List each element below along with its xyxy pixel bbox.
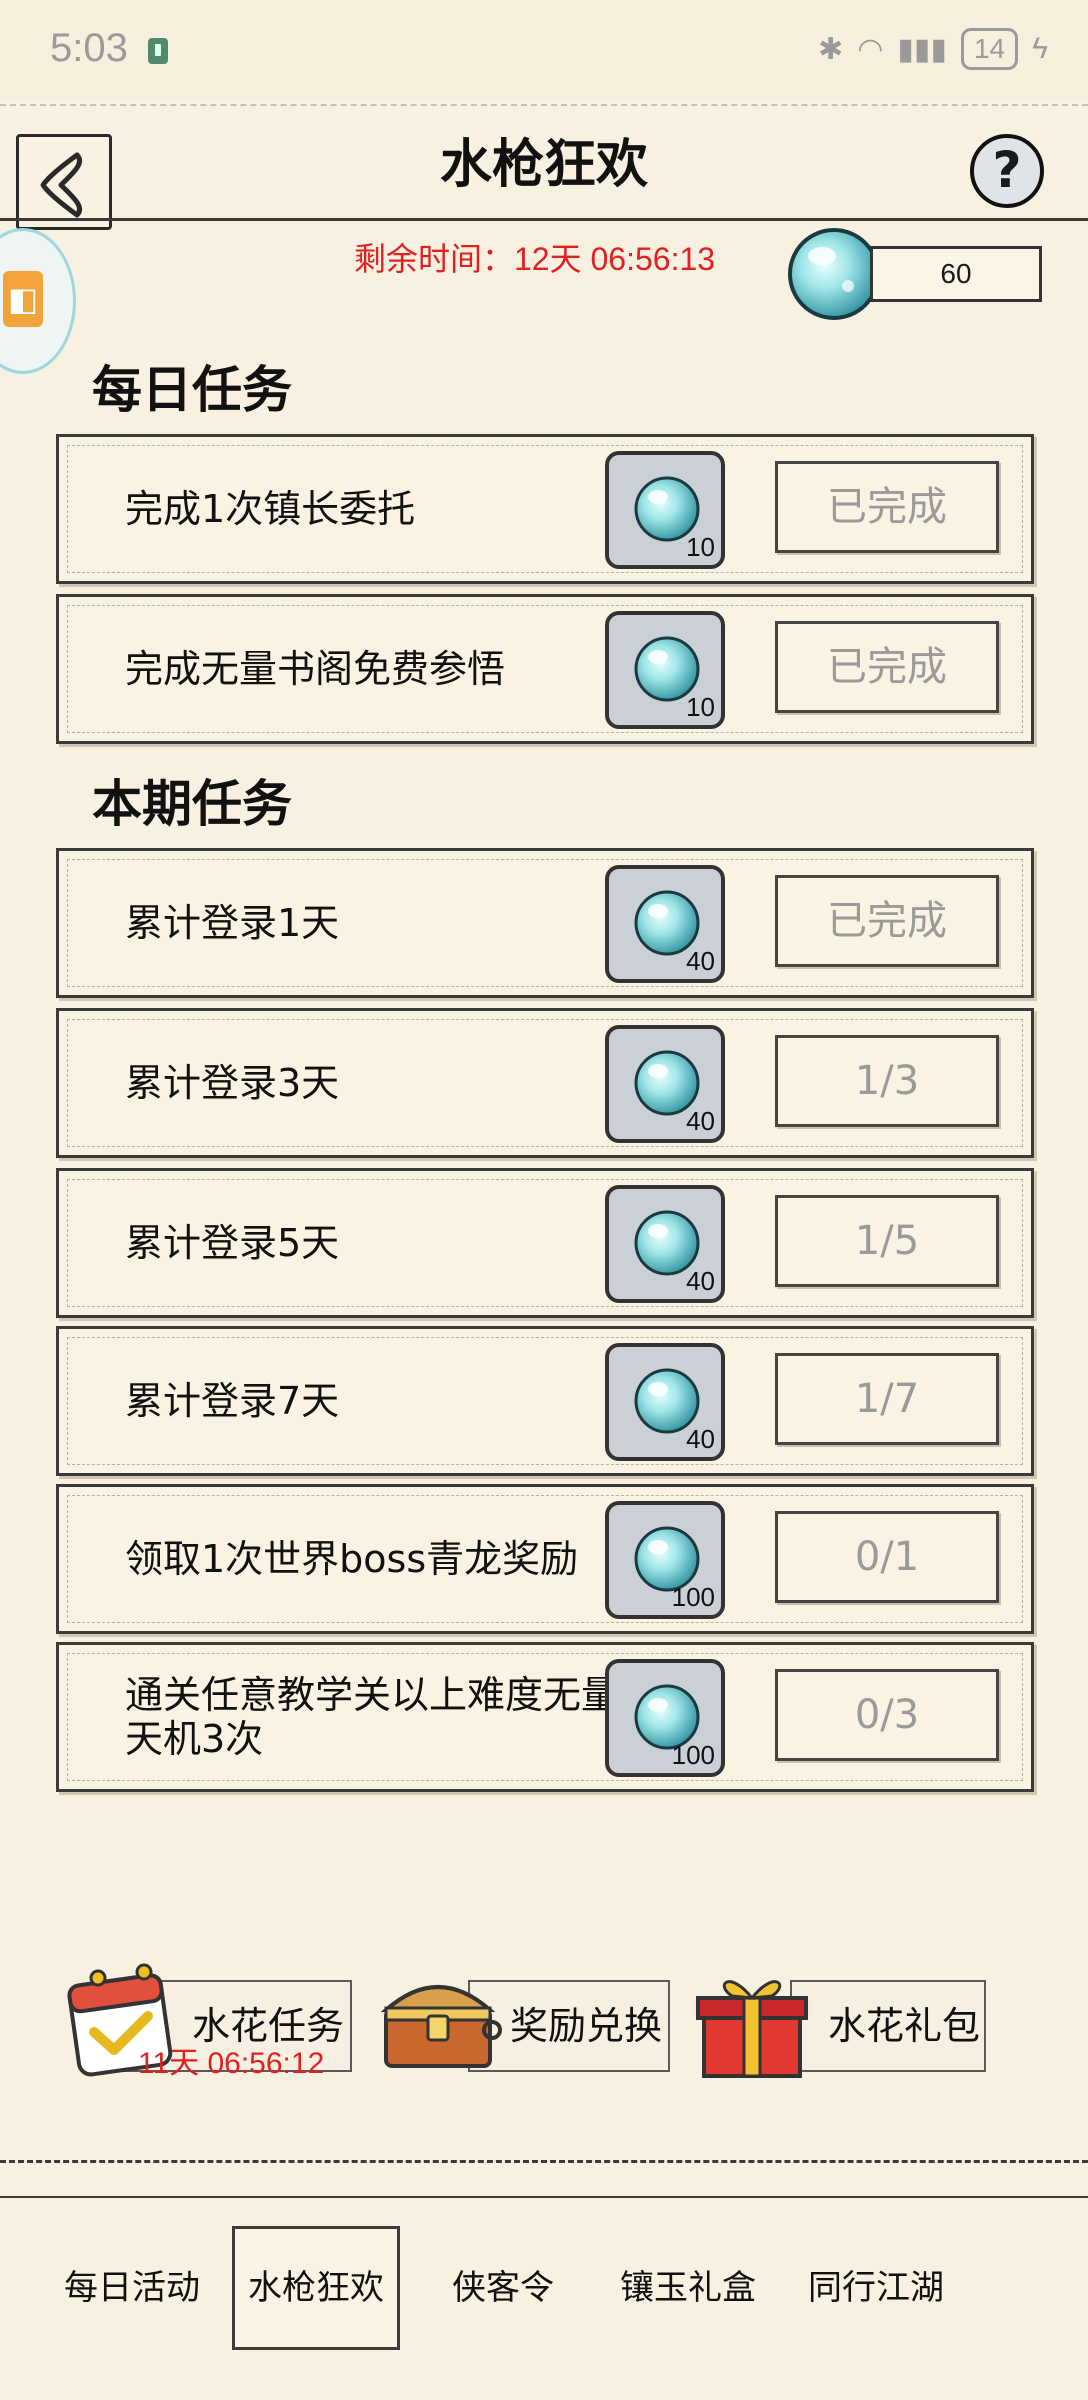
gift-box-icon — [696, 1980, 808, 2078]
reward-amount: 10 — [686, 532, 715, 562]
reward-amount: 10 — [686, 692, 715, 722]
period-tasks-title: 本期任务 — [92, 775, 292, 833]
task-label: 累计登录3天 — [125, 1061, 340, 1105]
app-notification-icon — [148, 38, 168, 64]
task-card: 累计登录7天 40 1/7 — [56, 1326, 1034, 1476]
task-card: 完成无量书阁免费参悟 10 已完成 — [56, 594, 1034, 744]
task-status-button[interactable]: 0/1 — [775, 1511, 999, 1603]
water-orb-icon — [788, 228, 880, 320]
help-button[interactable]: ? — [970, 134, 1044, 208]
battery-level: 14 — [973, 33, 1006, 64]
reward-exchange-label: 奖励兑换 — [510, 2004, 663, 2048]
panel-top-edge — [0, 104, 1088, 106]
reward-amount: 40 — [686, 1424, 715, 1454]
splash-gift-button[interactable]: 水花礼包 — [790, 1980, 986, 2072]
splash-gift-label: 水花礼包 — [828, 2004, 981, 2048]
status-time: 5:03 — [50, 26, 128, 70]
task-label: 通关任意教学关以上难度无量天机3次 — [125, 1673, 620, 1761]
status-bar: 5:03 ✱ ◠ ▮▮▮ 14 ϟ — [0, 0, 1088, 100]
task-status-button[interactable]: 已完成 — [775, 621, 999, 713]
bluetooth-icon: ✱ — [818, 32, 844, 66]
tab-water-gun-carnival[interactable]: 水枪狂欢 — [246, 2260, 386, 2309]
reward-amount: 100 — [671, 1582, 715, 1612]
tabbar-decor-line — [0, 2160, 1088, 2163]
task-card: 领取1次世界boss青龙奖励 100 0/1 — [56, 1484, 1034, 1634]
task-status-button[interactable]: 1/5 — [775, 1195, 999, 1287]
task-card: 累计登录3天 40 1/3 — [56, 1008, 1034, 1158]
task-label: 完成1次镇长委托 — [125, 487, 416, 531]
task-label: 累计登录1天 — [125, 901, 340, 945]
battery-icon: 14 — [960, 28, 1019, 70]
tab-travel-companions[interactable]: 同行江湖 — [806, 2260, 946, 2309]
reward-slot[interactable]: 40 — [605, 1185, 725, 1303]
treasure-chest-icon — [380, 1985, 502, 2068]
task-label: 领取1次世界boss青龙奖励 — [125, 1537, 579, 1581]
daily-tasks-title: 每日任务 — [92, 361, 292, 419]
reward-slot[interactable]: 100 — [605, 1501, 725, 1619]
task-status-button[interactable]: 1/7 — [775, 1353, 999, 1445]
reward-slot[interactable]: 10 — [605, 611, 725, 729]
tab-knight-order[interactable]: 侠客令 — [440, 2260, 566, 2309]
task-label: 累计登录7天 — [125, 1379, 340, 1423]
task-card: 通关任意教学关以上难度无量天机3次 100 0/3 — [56, 1642, 1034, 1792]
task-card: 累计登录5天 40 1/5 — [56, 1168, 1034, 1318]
side-floating-logo[interactable]: ◧ — [0, 228, 76, 374]
task-label: 累计登录5天 — [125, 1221, 340, 1265]
splash-tasks-timer: 11天 06:56:12 — [138, 2047, 325, 2080]
header-divider — [0, 218, 1088, 221]
task-status-button[interactable]: 0/3 — [775, 1669, 999, 1761]
help-icon: ? — [992, 141, 1022, 199]
task-status-button[interactable]: 已完成 — [775, 461, 999, 553]
reward-slot[interactable]: 40 — [605, 1025, 725, 1143]
reward-amount: 40 — [686, 1266, 715, 1296]
event-timer: 剩余时间：12天 06:56:13 — [354, 241, 716, 277]
task-card: 累计登录1天 40 已完成 — [56, 848, 1034, 998]
page-title: 水枪狂欢 — [439, 135, 648, 195]
task-status-button[interactable]: 1/3 — [775, 1035, 999, 1127]
task-card: 完成1次镇长委托 10 已完成 — [56, 434, 1034, 584]
task-status-button[interactable]: 已完成 — [775, 875, 999, 967]
status-icons: ✱ ◠ ▮▮▮ 14 ϟ — [818, 28, 1048, 70]
reward-slot[interactable]: 10 — [605, 451, 725, 569]
charging-icon: ϟ — [1032, 32, 1048, 65]
tabbar-divider — [0, 2196, 1088, 2198]
task-label: 完成无量书阁免费参悟 — [125, 647, 506, 691]
currency-count: 60 — [870, 246, 1042, 302]
reward-slot[interactable]: 100 — [605, 1659, 725, 1777]
reward-amount: 40 — [686, 946, 715, 976]
wifi-icon: ◠ — [857, 32, 884, 66]
reward-amount: 100 — [671, 1740, 715, 1770]
tab-daily-activity[interactable]: 每日活动 — [62, 2260, 202, 2309]
reward-slot[interactable]: 40 — [605, 865, 725, 983]
reward-slot[interactable]: 40 — [605, 1343, 725, 1461]
tab-jade-gift-box[interactable]: 镶玉礼盒 — [618, 2260, 758, 2309]
reward-amount: 40 — [686, 1106, 715, 1136]
logo-icon: ◧ — [3, 271, 43, 327]
signal-icon: ▮▮▮ — [897, 32, 947, 66]
